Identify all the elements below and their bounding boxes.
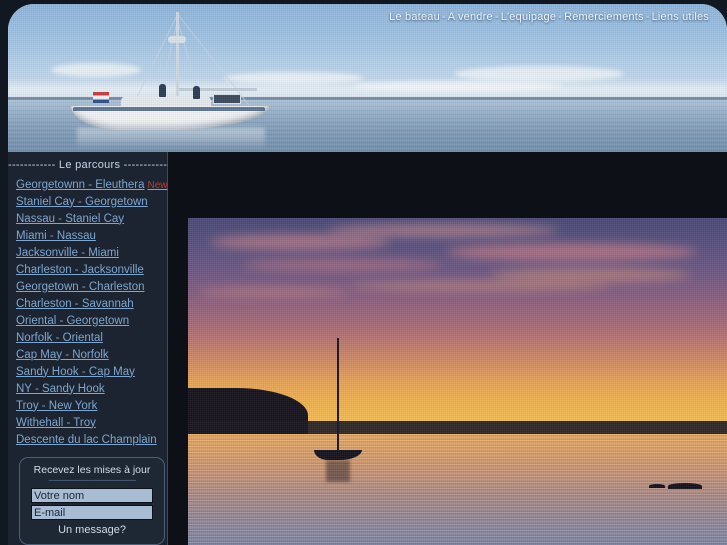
- sidebar-item-charleston-savannah[interactable]: Charleston - Savannah: [8, 295, 167, 312]
- sidebar-item-sandy-hook-cap-may[interactable]: Sandy Hook - Cap May: [8, 363, 167, 380]
- newsletter-title: Recevez les mises à jour: [33, 464, 151, 476]
- small-island: [668, 483, 702, 489]
- flag: [93, 92, 109, 103]
- person-on-deck: [159, 84, 166, 97]
- nav-link-remerciements[interactable]: Remerciements: [564, 11, 644, 23]
- sidebar-item-cap-may-norfolk[interactable]: Cap May - Norfolk: [8, 346, 167, 363]
- sunset-clouds: [188, 218, 727, 375]
- sidebar-item-nassau-staniel-cay[interactable]: Nassau - Staniel Cay: [8, 210, 167, 227]
- solar-panel: [213, 94, 241, 104]
- sidebar-item-descente-lac-champlain[interactable]: Descente du lac Champlain: [8, 431, 167, 448]
- water-ripples: [188, 433, 727, 545]
- newsletter-email-input[interactable]: [31, 505, 153, 520]
- main-sunset-photo: [188, 218, 727, 545]
- sidebar-item-label: Georgetownn - Eleuthera: [16, 178, 145, 191]
- sidebar-section-title: ------------ Le parcours ------------: [8, 159, 172, 171]
- hull-stripe: [73, 107, 265, 111]
- newsletter-name-input[interactable]: [31, 488, 153, 503]
- anchored-sailboat-silhouette: [308, 338, 368, 482]
- sidebar-item-staniel-cay-georgetown[interactable]: Staniel Cay - Georgetown: [8, 193, 167, 210]
- mast-silhouette: [337, 338, 339, 454]
- nav-link-a-vendre[interactable]: A vendre: [448, 11, 493, 23]
- sidebar-item-norfolk-oriental[interactable]: Norfolk - Oriental: [8, 329, 167, 346]
- nav-separator: -: [441, 11, 446, 23]
- sailboat-illustration: [63, 10, 293, 150]
- sidebar-item-ny-sandy-hook[interactable]: NY - Sandy Hook: [8, 380, 167, 397]
- cloud-streak: [446, 243, 697, 262]
- boat-reflection: [326, 460, 350, 482]
- sidebar-item-oriental-georgetown[interactable]: Oriental - Georgetown: [8, 312, 167, 329]
- cloud-streak: [349, 280, 610, 291]
- nav-link-le-bateau[interactable]: Le bateau: [389, 11, 440, 23]
- nav-separator: -: [645, 11, 650, 23]
- newsletter-message-link[interactable]: Un message?: [20, 524, 164, 536]
- sidebar-item-jacksonville-miami[interactable]: Jacksonville - Miami: [8, 244, 167, 261]
- sidebar-item-charleston-jacksonville[interactable]: Charleston - Jacksonville: [8, 261, 167, 278]
- person-on-deck: [193, 86, 200, 99]
- boom: [179, 88, 257, 91]
- small-island: [649, 484, 665, 488]
- nav-separator: -: [494, 11, 499, 23]
- content-area: ------------ Le parcours ------------ Ge…: [8, 152, 727, 545]
- sidebar: ------------ Le parcours ------------ Ge…: [8, 152, 172, 545]
- cloud-streak: [198, 287, 349, 298]
- newsletter-signup-box: Recevez les mises à jour ---------------…: [19, 457, 165, 545]
- main-panel: [168, 152, 727, 545]
- nav-link-liens-utiles[interactable]: Liens utiles: [652, 11, 709, 23]
- new-badge: New: [147, 179, 168, 191]
- cloud-streak: [209, 233, 390, 250]
- newsletter-divider: -----------------------------------: [48, 476, 136, 485]
- nav-link-lequipage[interactable]: L'equipage: [501, 11, 557, 23]
- sidebar-item-georgetownn-eleuthera[interactable]: Georgetownn - Eleuthera New: [8, 176, 168, 193]
- sidebar-item-miami-nassau[interactable]: Miami - Nassau: [8, 227, 167, 244]
- hull-silhouette: [314, 450, 362, 460]
- top-navigation: Le bateau - A vendre - L'equipage - Remercieme…: [389, 11, 709, 23]
- radar-dome: [168, 36, 186, 43]
- sidebar-item-georgetown-charleston[interactable]: Georgetown - Charleston: [8, 278, 167, 295]
- nav-separator: -: [558, 11, 563, 23]
- sidebar-item-troy-new-york[interactable]: Troy - New York: [8, 397, 167, 414]
- sidebar-menu: Georgetownn - Eleuthera New Staniel Cay -…: [8, 176, 168, 448]
- header-banner-photo: Le bateau - A vendre - L'equipage - Remercieme…: [8, 4, 727, 152]
- sidebar-item-withehall-troy[interactable]: Withehall - Troy: [8, 414, 167, 431]
- cloud-streak: [489, 268, 690, 283]
- hull-reflection: [77, 128, 265, 150]
- cloud-streak: [241, 258, 442, 271]
- page-root: Le bateau - A vendre - L'equipage - Remercieme…: [0, 0, 727, 545]
